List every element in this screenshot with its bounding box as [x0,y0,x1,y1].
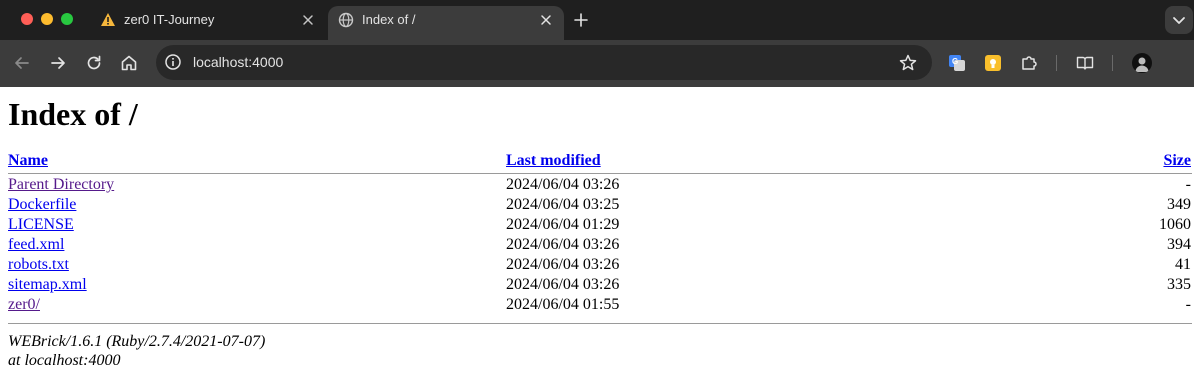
last-modified-cell: 2024/06/04 03:26 [506,176,620,193]
window-minimize-button[interactable] [41,13,53,25]
file-link-license[interactable]: LICENSE [8,215,74,235]
file-link-sitemap-xml[interactable]: sitemap.xml [8,275,87,295]
footer-divider [8,323,1192,324]
folder-link-zer0[interactable]: zer0/ [8,295,40,315]
sort-by-name-link[interactable]: Name [8,151,48,171]
forward-arrow-icon[interactable] [48,53,68,73]
toolbar-divider [1112,55,1113,71]
google-translate-extension-icon[interactable]: G [948,54,966,72]
directory-listing: Name Last modified Size Parent Directory… [8,151,1192,315]
profile-avatar[interactable] [1132,53,1152,73]
address-bar[interactable]: localhost:4000 [156,45,932,80]
size-cell: - [1185,296,1191,313]
parent-directory-link[interactable]: Parent Directory [8,175,114,195]
size-cell: 349 [1167,196,1191,213]
table-row: Dockerfile 2024/06/04 03:25 349 [8,195,1192,215]
close-tab-icon[interactable] [300,12,316,28]
close-tab-icon[interactable] [538,12,554,28]
tab-title: Index of / [362,12,416,27]
tab-strip: zer0 IT-Journey Index of / [0,0,1194,40]
tab-index-of[interactable]: Index of / [328,6,564,40]
toolbar-divider [1056,55,1057,71]
tab-zer0-it-journey[interactable]: zer0 IT-Journey [88,0,328,40]
home-icon[interactable] [119,53,139,73]
site-info-icon[interactable] [164,53,182,71]
listing-header-row: Name Last modified Size [8,151,1192,173]
avatar-icon [1135,57,1149,72]
size-cell: 41 [1175,256,1191,273]
address-url: localhost:4000 [193,54,284,70]
page-title: Index of / [8,96,138,132]
new-tab-plus-icon[interactable] [572,11,590,29]
warning-triangle-icon [101,13,115,26]
reload-icon[interactable] [84,53,104,73]
chevron-down-icon [1173,17,1185,24]
file-link-robots-txt[interactable]: robots.txt [8,255,69,275]
size-cell: 1060 [1159,216,1191,233]
file-link-dockerfile[interactable]: Dockerfile [8,195,76,215]
server-signature: WEBrick/1.6.1 (Ruby/2.7.4/2021-07-07) at… [8,332,265,370]
header-divider [8,173,1192,174]
browser-toolbar: localhost:4000 G [0,40,1194,87]
table-row: feed.xml 2024/06/04 03:26 394 [8,235,1192,255]
keep-extension-icon[interactable] [984,54,1002,72]
window-maximize-button[interactable] [61,13,73,25]
last-modified-cell: 2024/06/04 03:26 [506,256,620,273]
file-link-feed-xml[interactable]: feed.xml [8,235,64,255]
extensions-puzzle-icon[interactable] [1020,54,1038,72]
last-modified-cell: 2024/06/04 03:26 [506,236,620,253]
last-modified-cell: 2024/06/04 03:26 [506,276,620,293]
back-arrow-icon[interactable] [12,53,32,73]
last-modified-cell: 2024/06/04 03:25 [506,196,620,213]
last-modified-cell: 2024/06/04 01:29 [506,216,620,233]
window-close-button[interactable] [21,13,33,25]
server-host: at localhost:4000 [8,352,121,369]
size-cell: 335 [1167,276,1191,293]
last-modified-cell: 2024/06/04 01:55 [506,296,620,313]
svg-text:G: G [952,57,958,66]
sort-by-last-modified-link[interactable]: Last modified [506,151,601,171]
reading-list-icon[interactable] [1076,54,1094,72]
table-row: sitemap.xml 2024/06/04 03:26 335 [8,275,1192,295]
tab-search-button[interactable] [1165,6,1193,34]
size-cell: - [1185,176,1191,193]
tab-title: zer0 IT-Journey [124,12,215,27]
size-cell: 394 [1167,236,1191,253]
table-row: robots.txt 2024/06/04 03:26 41 [8,255,1192,275]
server-version: WEBrick/1.6.1 (Ruby/2.7.4/2021-07-07) [8,333,266,350]
page-content: Index of / Name Last modified Size Paren… [0,87,1194,376]
table-row: LICENSE 2024/06/04 01:29 1060 [8,215,1192,235]
sort-by-size-link[interactable]: Size [1163,151,1191,171]
table-row: Parent Directory 2024/06/04 03:26 - [8,175,1192,195]
globe-icon [338,12,354,28]
table-row: zer0/ 2024/06/04 01:55 - [8,295,1192,315]
bookmark-star-icon[interactable] [898,53,918,73]
